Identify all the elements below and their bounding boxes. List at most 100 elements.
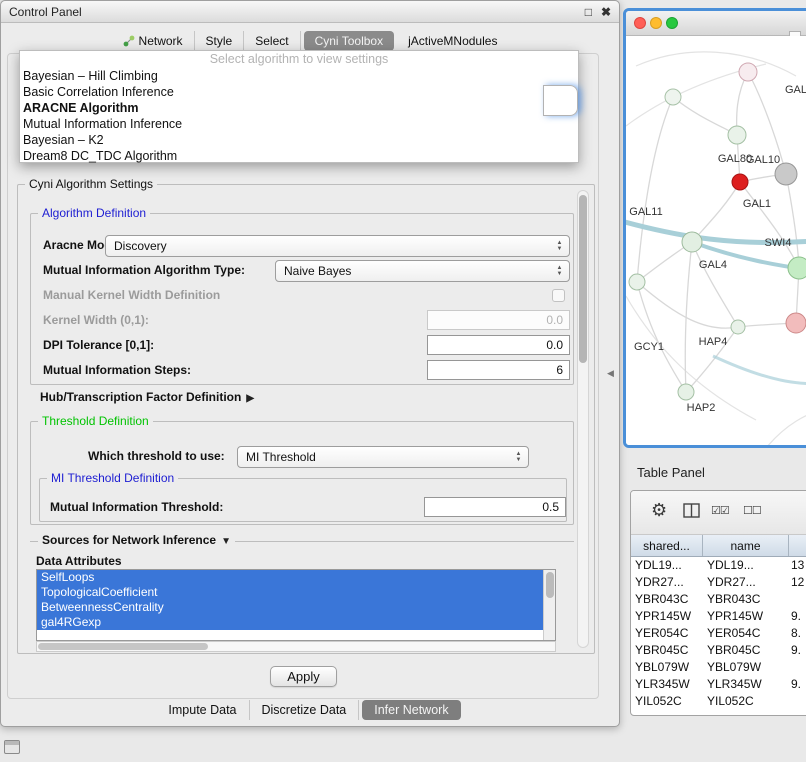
network-node-gray[interactable] [775,163,797,185]
mi-steps-field[interactable]: 6 [427,360,570,380]
popup-item-mutual-information[interactable]: Mutual Information Inference [20,116,578,132]
table-row[interactable]: YBR043C YBR043C [631,591,806,608]
threshold-definition-group: Threshold Definition Which threshold to … [30,421,574,525]
mi-threshold-field[interactable]: 0.5 [424,497,566,517]
column-header-truncated[interactable] [789,535,806,556]
table-row[interactable]: YBR045C YBR045C 9. [631,642,806,659]
cell: YBR045C [631,642,703,659]
network-node-selected-red[interactable] [732,174,748,190]
gear-icon[interactable]: ⚙ [651,500,667,521]
table-row[interactable]: YPR145W YPR145W 9. [631,608,806,625]
network-canvas[interactable]: GAL80 GAL10 GAL11 GAL1 SWI4 GAL4 GCY1 HA… [626,36,806,445]
sources-toggle[interactable]: Sources for Network Inference▼ [38,533,235,549]
network-node[interactable] [739,63,757,81]
select-all-icon[interactable]: ☑☑ [711,504,729,517]
cell: YBR043C [703,591,789,608]
threshold-select[interactable]: MI Threshold ▲▼ [237,446,529,468]
popup-placeholder: Select algorithm to view settings [20,51,578,68]
kernel-width-field[interactable]: 0.0 [427,310,570,330]
close-window-icon[interactable]: ✖ [601,5,611,19]
network-node[interactable] [629,274,645,290]
list-item-topologicalcoefficient[interactable]: TopologicalCoefficient [37,585,543,600]
list-scrollbar[interactable] [543,570,555,640]
cell: 9. [789,676,806,693]
deselect-all-icon[interactable]: ☐☐ [743,504,761,517]
tab-jactivemnodules[interactable]: jActiveMNodules [397,31,508,51]
manual-kernel-width-checkbox[interactable] [552,289,565,302]
group-title: MI Threshold Definition [47,471,178,485]
list-item-selfloops[interactable]: SelfLoops [37,570,543,585]
list-item-gal4rgexp[interactable]: gal4RGexp [37,615,543,630]
minimize-button[interactable] [650,17,662,29]
table-row[interactable]: YDL19... YDL19... 13 [631,557,806,574]
popup-item-dream8[interactable]: Dream8 DC_TDC Algorithm [20,148,578,164]
cell: YLR345W [631,676,703,693]
popup-item-aracne[interactable]: ARACNE Algorithm [20,100,578,116]
tab-cyni-toolbox[interactable]: Cyni Toolbox [304,31,394,51]
group-title: Threshold Definition [38,414,153,428]
data-attributes-list[interactable]: SelfLoops TopologicalCoefficient Between… [36,569,556,641]
table-row[interactable]: YDR27... YDR27... 12 [631,574,806,591]
network-node-pink[interactable] [786,313,806,333]
node-label-gcy1: GCY1 [634,341,664,353]
group-title: Cyni Algorithm Settings [25,177,157,191]
network-node[interactable] [731,320,745,334]
node-label-hap4: HAP4 [699,336,728,348]
tab-label: Select [255,34,288,48]
table-row[interactable]: YBL079W YBL079W [631,659,806,676]
list-item-betweennesscentrality[interactable]: BetweennessCentrality [37,600,543,615]
zoom-button[interactable] [666,17,678,29]
list-horizontal-scrollbar-thumb[interactable] [38,643,208,650]
tab-select[interactable]: Select [244,31,300,51]
tab-impute-data[interactable]: Impute Data [156,700,249,720]
cell: YDL19... [631,557,703,574]
settings-scrollbar[interactable] [577,190,589,648]
hub-definition-toggle[interactable]: Hub/Transcription Factor Definition▶ [40,390,254,406]
list-scrollbar-thumb[interactable] [546,572,554,598]
columns-icon[interactable] [683,503,700,519]
kernel-width-label: Kernel Width (0,1): [43,313,149,328]
network-node[interactable] [678,384,694,400]
mi-type-label: Mutual Information Algorithm Type: [43,263,245,278]
aracne-mode-select[interactable]: Discovery ▲▼ [105,235,570,257]
network-node[interactable] [665,89,681,105]
node-label-gal4: GAL4 [699,259,727,271]
tab-discretize-data[interactable]: Discretize Data [250,700,360,720]
cell [789,591,806,608]
popup-item-bayesian-k2[interactable]: Bayesian – K2 [20,132,578,148]
close-button[interactable] [634,17,646,29]
cell: YIL052C [703,693,789,710]
dpi-tolerance-field[interactable]: 0.0 [427,335,570,355]
mi-threshold-definition-group: MI Threshold Definition Mutual Informati… [39,478,567,522]
restore-window-icon[interactable]: □ [585,5,592,19]
network-node[interactable] [788,257,806,279]
apply-button[interactable]: Apply [270,666,337,687]
cell: YDR27... [631,574,703,591]
cell: YDL19... [703,557,789,574]
cell: YLR345W [703,676,789,693]
bottom-tabs: Impute Data Discretize Data Infer Networ… [1,698,619,722]
column-header-name[interactable]: name [703,535,789,556]
network-node[interactable] [728,126,746,144]
tab-infer-network[interactable]: Infer Network [362,700,460,720]
popup-item-bayesian-hill-climbing[interactable]: Bayesian – Hill Climbing [20,68,578,84]
tab-style[interactable]: Style [195,31,245,51]
table-toolbar: ⚙ ☑☑ ☐☐ [631,491,806,535]
column-header-shared-name[interactable]: shared... [631,535,703,556]
settings-scrollbar-thumb[interactable] [579,195,587,363]
table-row[interactable]: YER054C YER054C 8. [631,625,806,642]
list-horizontal-scrollbar[interactable] [36,641,556,652]
mi-algorithm-type-select[interactable]: Naive Bayes ▲▼ [275,260,570,282]
popup-item-basic-correlation[interactable]: Basic Correlation Inference [20,84,578,100]
tab-network[interactable]: Network [112,31,195,51]
cell [789,659,806,676]
minimized-panel-icon[interactable] [4,740,20,754]
table-rows: YDL19... YDL19... 13 YDR27... YDR27... 1… [631,557,806,715]
tab-label: Cyni Toolbox [315,34,383,48]
network-node[interactable] [682,232,702,252]
splitter-collapse-icon[interactable]: ◀ [607,368,614,379]
screen: Control Panel □ ✖ Network Style Select C… [0,0,806,762]
selected-value: Discovery [114,239,167,253]
table-row[interactable]: YLR345W YLR345W 9. [631,676,806,693]
table-row[interactable]: YIL052C YIL052C [631,693,806,710]
